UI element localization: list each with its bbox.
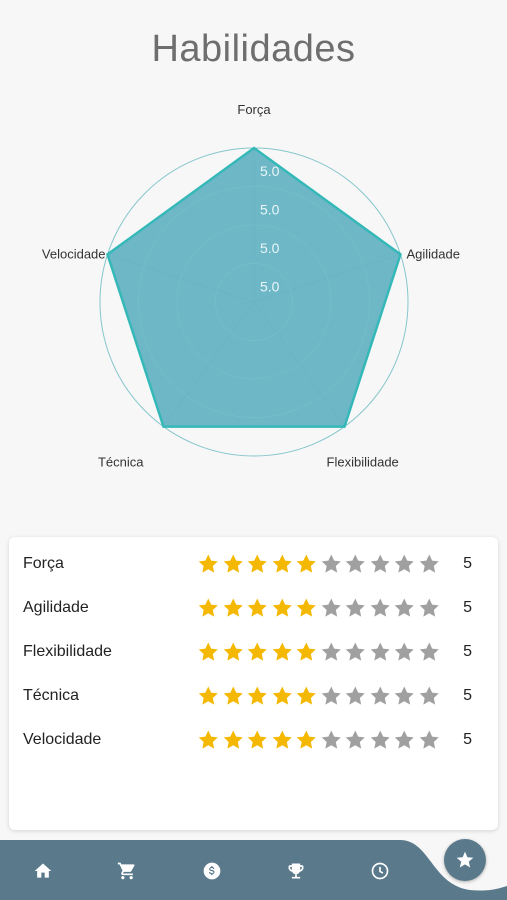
nav-money[interactable] bbox=[195, 854, 229, 888]
star-empty-icon[interactable] bbox=[368, 552, 393, 576]
nav-cart[interactable] bbox=[110, 854, 144, 888]
star-empty-icon[interactable] bbox=[392, 728, 417, 752]
star-icon bbox=[456, 851, 474, 868]
star-empty-icon[interactable] bbox=[417, 596, 442, 620]
skill-value: 5 bbox=[463, 687, 472, 704]
skill-label: Velocidade bbox=[23, 731, 102, 748]
star-filled-icon[interactable] bbox=[270, 640, 295, 664]
bottom-navigation bbox=[0, 840, 507, 900]
skill-value: 5 bbox=[463, 599, 472, 616]
radar-axis-label: Técnica bbox=[98, 455, 144, 470]
star-filled-icon[interactable] bbox=[196, 596, 221, 620]
radar-data-area bbox=[106, 146, 402, 428]
star-empty-icon[interactable] bbox=[319, 728, 344, 752]
nav-skills-active[interactable] bbox=[444, 839, 486, 881]
star-filled-icon[interactable] bbox=[294, 596, 319, 620]
radar-axis-label: Velocidade bbox=[42, 246, 106, 261]
skill-label: Flexibilidade bbox=[23, 643, 112, 660]
skill-value: 5 bbox=[463, 555, 472, 572]
skill-row: Técnica 5 bbox=[9, 674, 498, 718]
star-empty-icon[interactable] bbox=[417, 728, 442, 752]
star-filled-icon[interactable] bbox=[245, 640, 270, 664]
star-filled-icon[interactable] bbox=[270, 684, 295, 708]
star-empty-icon[interactable] bbox=[343, 596, 368, 620]
star-empty-icon[interactable] bbox=[368, 596, 393, 620]
star-filled-icon[interactable] bbox=[270, 552, 295, 576]
cart-icon bbox=[117, 862, 135, 880]
trophy-icon bbox=[288, 863, 304, 879]
skill-row: Flexibilidade 5 bbox=[9, 630, 498, 674]
star-filled-icon[interactable] bbox=[245, 728, 270, 752]
skill-value: 5 bbox=[463, 731, 472, 748]
star-filled-icon[interactable] bbox=[221, 552, 246, 576]
nav-trophy[interactable] bbox=[279, 854, 313, 888]
star-empty-icon[interactable] bbox=[368, 684, 393, 708]
star-empty-icon[interactable] bbox=[319, 640, 344, 664]
star-rating[interactable] bbox=[196, 684, 441, 708]
skill-row: Agilidade 5 bbox=[9, 586, 498, 630]
radar-chart: 5.0 5.0 5.0 5.0 Força Agilidade Flexibilidade T… bbox=[42, 102, 460, 470]
star-filled-icon[interactable] bbox=[196, 728, 221, 752]
nav-background bbox=[0, 840, 507, 900]
star-empty-icon[interactable] bbox=[417, 552, 442, 576]
radar-tick-label: 5.0 bbox=[260, 163, 280, 179]
star-filled-icon[interactable] bbox=[294, 728, 319, 752]
star-filled-icon[interactable] bbox=[294, 640, 319, 664]
star-empty-icon[interactable] bbox=[319, 596, 344, 620]
skill-label: Técnica bbox=[23, 687, 80, 704]
star-filled-icon[interactable] bbox=[196, 684, 221, 708]
page-title: Habilidades bbox=[151, 28, 356, 70]
dollar-icon bbox=[203, 862, 221, 880]
star-filled-icon[interactable] bbox=[245, 596, 270, 620]
radar-axis-label: Agilidade bbox=[406, 246, 460, 261]
star-filled-icon[interactable] bbox=[221, 596, 246, 620]
skill-row: Velocidade 5 bbox=[9, 718, 498, 762]
skill-value: 5 bbox=[463, 643, 472, 660]
star-empty-icon[interactable] bbox=[392, 596, 417, 620]
star-filled-icon[interactable] bbox=[270, 728, 295, 752]
skill-row: Força 5 bbox=[9, 542, 498, 586]
star-filled-icon[interactable] bbox=[196, 552, 221, 576]
star-empty-icon[interactable] bbox=[417, 640, 442, 664]
star-rating[interactable] bbox=[196, 552, 441, 576]
star-filled-icon[interactable] bbox=[294, 552, 319, 576]
star-empty-icon[interactable] bbox=[343, 640, 368, 664]
star-empty-icon[interactable] bbox=[417, 684, 442, 708]
radar-axis-label: Flexibilidade bbox=[327, 455, 399, 470]
nav-history[interactable] bbox=[363, 854, 397, 888]
star-filled-icon[interactable] bbox=[221, 640, 246, 664]
star-empty-icon[interactable] bbox=[319, 684, 344, 708]
star-empty-icon[interactable] bbox=[319, 552, 344, 576]
clock-icon bbox=[371, 862, 389, 880]
star-empty-icon[interactable] bbox=[343, 684, 368, 708]
star-filled-icon[interactable] bbox=[221, 728, 246, 752]
radar-tick-label: 5.0 bbox=[260, 202, 280, 218]
star-empty-icon[interactable] bbox=[392, 684, 417, 708]
star-empty-icon[interactable] bbox=[343, 552, 368, 576]
star-rating[interactable] bbox=[196, 728, 441, 752]
star-empty-icon[interactable] bbox=[368, 640, 393, 664]
radar-tick-label: 5.0 bbox=[260, 279, 280, 295]
star-empty-icon[interactable] bbox=[392, 640, 417, 664]
star-empty-icon[interactable] bbox=[392, 552, 417, 576]
star-rating[interactable] bbox=[196, 640, 441, 664]
skill-label: Força bbox=[23, 555, 64, 572]
nav-home[interactable] bbox=[26, 854, 60, 888]
home-icon bbox=[34, 863, 52, 878]
star-rating[interactable] bbox=[196, 596, 441, 620]
radar-axis-label: Força bbox=[237, 102, 271, 117]
star-filled-icon[interactable] bbox=[245, 684, 270, 708]
star-empty-icon[interactable] bbox=[343, 728, 368, 752]
skill-label: Agilidade bbox=[23, 599, 89, 616]
star-filled-icon[interactable] bbox=[196, 640, 221, 664]
radar-tick-label: 5.0 bbox=[260, 240, 280, 256]
star-filled-icon[interactable] bbox=[245, 552, 270, 576]
star-filled-icon[interactable] bbox=[221, 684, 246, 708]
star-filled-icon[interactable] bbox=[294, 684, 319, 708]
skills-card: Força 5 Agilidade 5 Flexibilidade 5 Técnica 5 Ve… bbox=[9, 537, 498, 830]
star-empty-icon[interactable] bbox=[368, 728, 393, 752]
star-filled-icon[interactable] bbox=[270, 596, 295, 620]
